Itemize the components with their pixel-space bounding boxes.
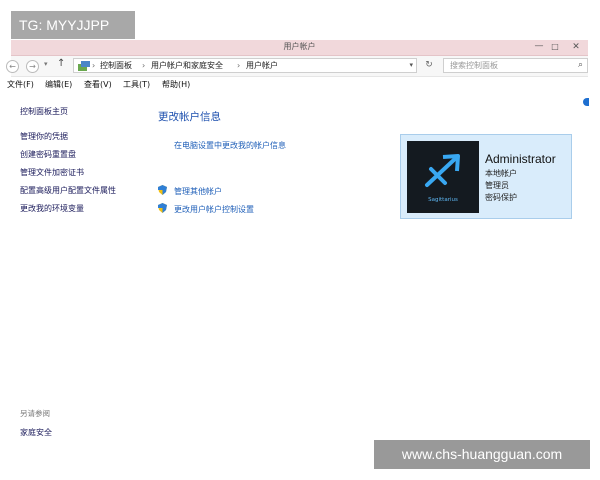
menu-file[interactable]: 文件(F)	[7, 79, 34, 91]
see-also-family-safety[interactable]: 家庭安全	[20, 428, 52, 438]
breadcrumb-control-panel[interactable]: 控制面板	[100, 59, 132, 72]
refresh-button[interactable]: ↻	[422, 59, 436, 72]
back-button[interactable]: ←	[6, 60, 19, 73]
account-role: 管理员	[485, 181, 509, 190]
account-password-status: 密码保护	[485, 193, 517, 202]
chevron-down-icon: ▾	[409, 61, 413, 69]
control-panel-window: 用户帐户 — □ ✕ ← → ▾ ↑ › 控制面板 › 用户帐户和家庭安全 › …	[6, 40, 589, 470]
breadcrumb-separator: ›	[142, 61, 146, 70]
sidebar-item-manage-credentials[interactable]: 管理你的凭据	[20, 132, 68, 142]
sidebar-item-control-panel-home[interactable]: 控制面板主页	[20, 107, 68, 117]
menu-edit[interactable]: 编辑(E)	[45, 79, 72, 91]
sagittarius-icon	[425, 154, 460, 187]
page-heading: 更改帐户信息	[158, 111, 221, 123]
forward-arrow-icon: →	[29, 62, 36, 71]
up-arrow-icon: ↑	[57, 58, 66, 69]
back-arrow-icon: ←	[9, 62, 16, 71]
menu-bar: 文件(F) 编辑(E) 查看(V) 工具(T) 帮助(H)	[7, 77, 588, 93]
uac-shield-icon	[158, 203, 167, 213]
forward-button[interactable]: →	[26, 60, 39, 73]
sidebar-item-environment-variables[interactable]: 更改我的环境变量	[20, 204, 84, 214]
menu-tools[interactable]: 工具(T)	[123, 79, 150, 91]
minimize-button[interactable]: —	[532, 40, 546, 54]
account-card: Sagittarius Administrator 本地帐户 管理员 密码保护	[400, 134, 572, 219]
watermark-top: TG: MYYJJPP	[11, 11, 135, 39]
maximize-button[interactable]: □	[548, 40, 562, 54]
see-also-label: 另请参阅	[20, 409, 50, 418]
change-uac-settings-link[interactable]: 更改用户帐户控制设置	[174, 204, 254, 215]
help-icon[interactable]	[583, 98, 589, 106]
address-dropdown[interactable]: ▾	[409, 59, 413, 72]
pc-settings-link[interactable]: 在电脑设置中更改我的帐户信息	[174, 140, 286, 151]
control-panel-icon	[78, 61, 90, 71]
sidebar-item-advanced-profile-properties[interactable]: 配置高级用户配置文件属性	[20, 186, 116, 196]
avatar[interactable]: Sagittarius	[407, 141, 479, 213]
uac-shield-icon	[158, 185, 167, 195]
address-bar[interactable]: › 控制面板 › 用户帐户和家庭安全 › 用户帐户 ▾	[73, 58, 417, 73]
manage-other-accounts-link[interactable]: 管理其他帐户	[174, 186, 222, 197]
search-icon[interactable]: ⌕	[578, 59, 583, 72]
title-bar: 用户帐户 — □ ✕	[11, 40, 588, 56]
search-input[interactable]: 搜索控制面板	[450, 59, 498, 72]
window-title: 用户帐户	[283, 42, 316, 51]
breadcrumb-separator: ›	[237, 61, 241, 70]
menu-help[interactable]: 帮助(H)	[162, 79, 190, 91]
breadcrumb-separator: ›	[92, 61, 96, 70]
up-button[interactable]: ↑	[57, 58, 65, 69]
sidebar-item-password-reset-disk[interactable]: 创建密码重置盘	[20, 150, 76, 160]
chevron-down-icon: ▾	[44, 60, 48, 68]
refresh-icon: ↻	[425, 60, 433, 70]
address-row: ← → ▾ ↑ › 控制面板 › 用户帐户和家庭安全 › 用户帐户 ▾ ↻ 搜索…	[6, 56, 588, 77]
sidebar-item-encryption-certificates[interactable]: 管理文件加密证书	[20, 168, 84, 178]
search-box[interactable]: 搜索控制面板 ⌕	[443, 58, 588, 73]
watermark-bottom: www.chs-huangguan.com	[374, 440, 590, 469]
account-name: Administrator	[485, 152, 556, 166]
menu-view[interactable]: 查看(V)	[84, 79, 112, 91]
close-button[interactable]: ✕	[564, 40, 588, 54]
breadcrumb-user-accounts-family[interactable]: 用户帐户和家庭安全	[151, 59, 223, 72]
recent-pages-dropdown[interactable]: ▾	[44, 60, 48, 68]
avatar-caption: Sagittarius	[428, 197, 458, 203]
account-type: 本地帐户	[485, 169, 517, 178]
breadcrumb-user-accounts[interactable]: 用户帐户	[246, 59, 278, 72]
